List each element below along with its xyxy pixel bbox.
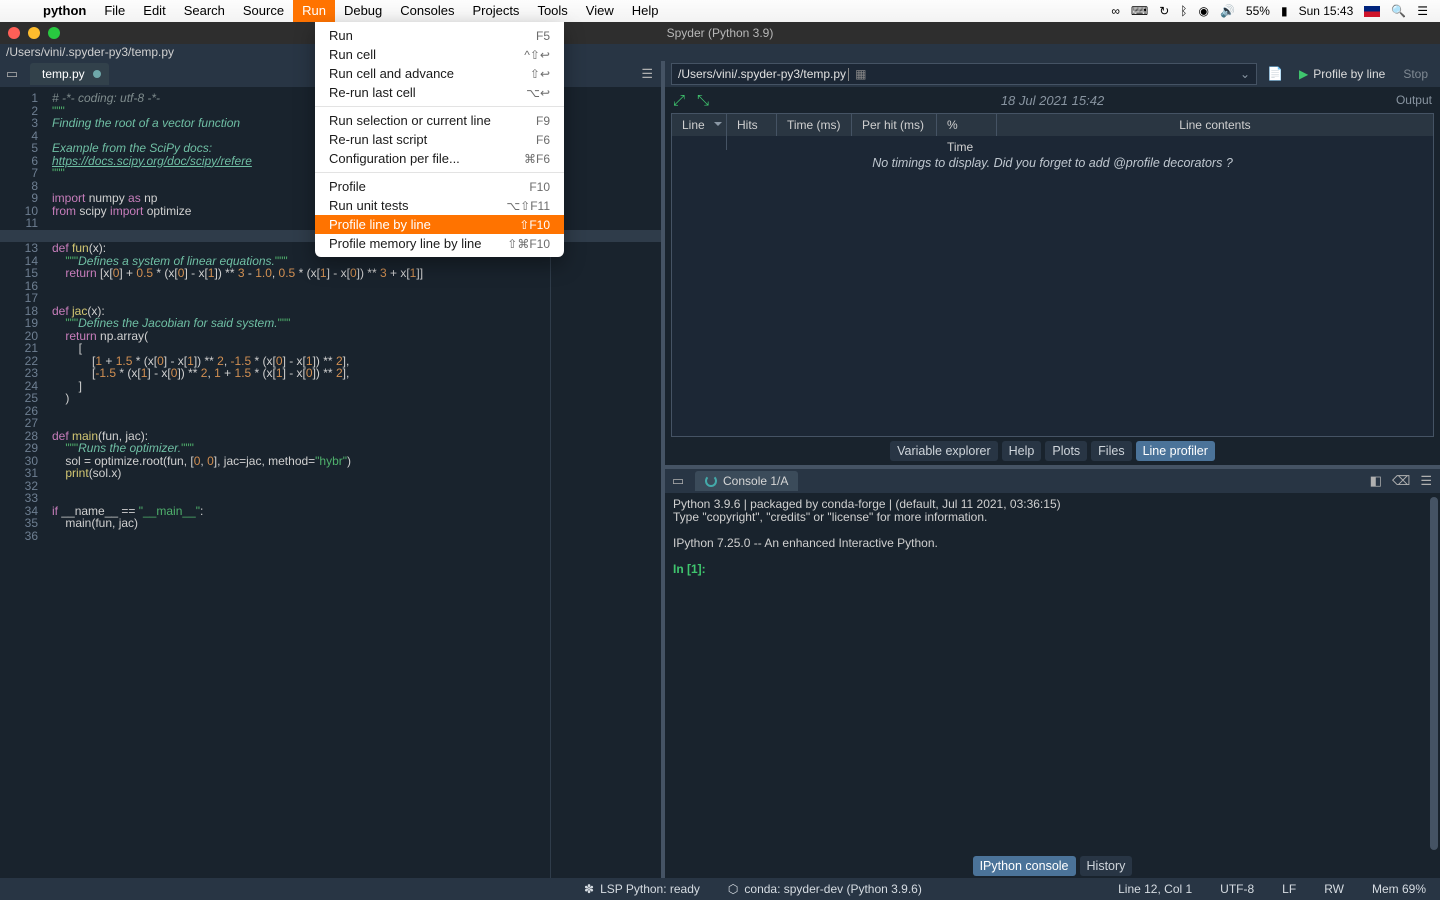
menu-item-run-cell[interactable]: Run cell^⇧↩ [315, 45, 564, 64]
col-time: Time (ms) [777, 114, 852, 136]
control-center-icon[interactable]: ☰ [1417, 4, 1428, 18]
clear-console-icon[interactable]: ⌫ [1392, 473, 1410, 489]
menu-file[interactable]: File [95, 0, 134, 22]
status-conda[interactable]: ⬡ conda: spyder-dev (Python 3.9.6) [714, 882, 936, 896]
menu-item-run[interactable]: RunF5 [315, 26, 564, 45]
profiler-table-header[interactable]: Line Hits Time (ms) Per hit (ms) % Time … [672, 114, 1433, 136]
bluetooth-icon[interactable]: ᛒ [1180, 4, 1187, 18]
open-file-icon[interactable]: 📄 [1263, 63, 1287, 85]
status-encoding[interactable]: UTF-8 [1206, 882, 1268, 896]
col-perhit: Per hit (ms) [852, 114, 937, 136]
expand-all-icon[interactable]: ⤢ [673, 92, 685, 109]
menu-projects[interactable]: Projects [463, 0, 528, 22]
menu-item-configuration-per-file-[interactable]: Configuration per file...⌘F6 [315, 149, 564, 168]
input-source-flag-icon[interactable] [1364, 6, 1380, 17]
status-bar: ✽ LSP Python: ready ⬡ conda: spyder-dev … [0, 878, 1440, 900]
pane-tab-ipython-console[interactable]: IPython console [973, 856, 1076, 876]
status-mem: Mem 69% [1358, 882, 1440, 896]
console-tab[interactable]: Console 1/A [695, 471, 798, 491]
editor-tab-label: temp.py [42, 67, 85, 81]
menu-edit[interactable]: Edit [134, 0, 174, 22]
titlebar: Spyder (Python 3.9) [0, 22, 1440, 44]
battery-percent: 55% [1246, 4, 1270, 18]
window-title: Spyder (Python 3.9) [667, 26, 774, 40]
profiler-grid-icon[interactable]: ▦ [855, 67, 866, 81]
pane-tab-history[interactable]: History [1080, 856, 1133, 876]
battery-icon[interactable]: ▮ [1281, 4, 1288, 18]
play-icon: ▶ [1299, 67, 1308, 81]
spyder-window: Spyder (Python 3.9) /Users/vini/.spyder-… [0, 22, 1440, 900]
pane-tab-help[interactable]: Help [1002, 441, 1042, 461]
volume-icon[interactable]: 🔊 [1220, 4, 1235, 18]
profiler-filepath: /Users/vini/.spyder-py3/temp.py [678, 67, 846, 81]
editor-options-icon[interactable]: ☰ [641, 66, 653, 82]
menu-source[interactable]: Source [234, 0, 293, 22]
ipython-console[interactable]: Python 3.9.6 | packaged by conda-forge |… [665, 493, 1440, 854]
spotlight-icon[interactable]: 🔍 [1391, 4, 1406, 18]
modified-indicator-icon [93, 70, 101, 78]
menu-debug[interactable]: Debug [335, 0, 391, 22]
col-hits: Hits [727, 114, 777, 136]
dropdown-icon[interactable]: ⌄ [1240, 67, 1250, 81]
pane-tab-line-profiler[interactable]: Line profiler [1136, 441, 1215, 461]
menu-view[interactable]: View [577, 0, 623, 22]
infinity-icon[interactable]: ∞ [1111, 4, 1120, 18]
profiler-output-button[interactable]: Output [1396, 93, 1432, 107]
browse-consoles-icon[interactable]: ▭ [665, 473, 691, 489]
clock[interactable]: Sun 15:43 [1299, 4, 1354, 18]
timemachine-icon[interactable]: ↻ [1159, 4, 1169, 18]
profile-stop-button[interactable]: Stop [1397, 67, 1434, 81]
run-menu-dropdown: RunF5Run cell^⇧↩Run cell and advance⇧↩Re… [315, 22, 564, 257]
menu-item-re-run-last-script[interactable]: Re-run last scriptF6 [315, 130, 564, 149]
stop-kernel-icon[interactable]: ◧ [1370, 473, 1382, 489]
menu-tools[interactable]: Tools [528, 0, 576, 22]
console-pane-tabs: IPython consoleHistory [665, 854, 1440, 878]
menu-item-profile[interactable]: ProfileF10 [315, 177, 564, 196]
status-eol[interactable]: LF [1268, 882, 1310, 896]
console-scrollbar[interactable] [1430, 497, 1438, 850]
status-rw: RW [1310, 882, 1358, 896]
profiler-table: Line Hits Time (ms) Per hit (ms) % Time … [671, 113, 1434, 437]
mac-menubar: python FileEditSearchSourceRunDebugConso… [0, 0, 1440, 22]
help-pane-tabs: Variable explorerHelpPlotsFilesLine prof… [665, 437, 1440, 465]
profiler-empty-message: No timings to display. Did you forget to… [672, 150, 1433, 176]
collapse-all-icon[interactable]: ⤡ [697, 92, 709, 109]
console-pane: ▭ Console 1/A ◧ ⌫ ☰ Python 3.9.6 | packa… [665, 465, 1440, 878]
status-cursor: Line 12, Col 1 [1104, 882, 1206, 896]
keyboard-icon[interactable]: ⌨ [1131, 4, 1148, 18]
profiler-timestamp: 18 Jul 2021 15:42 [1001, 93, 1104, 108]
wifi-icon[interactable]: ◉ [1198, 4, 1208, 18]
menu-item-run-selection-or-current-line[interactable]: Run selection or current lineF9 [315, 111, 564, 130]
menu-item-re-run-last-cell[interactable]: Re-run last cell⌥↩ [315, 83, 564, 102]
menu-item-profile-line-by-line[interactable]: Profile line by line⇧F10 [315, 215, 564, 234]
col-pct: % Time [937, 114, 997, 136]
menu-item-run-unit-tests[interactable]: Run unit tests⌥⇧F11 [315, 196, 564, 215]
pane-tab-plots[interactable]: Plots [1045, 441, 1087, 461]
profile-run-button[interactable]: ▶Profile by line [1293, 67, 1391, 81]
profiler-file-combobox[interactable]: /Users/vini/.spyder-py3/temp.py ▦ ⌄ [671, 63, 1257, 85]
menu-item-run-cell-and-advance[interactable]: Run cell and advance⇧↩ [315, 64, 564, 83]
menu-run[interactable]: Run [293, 0, 335, 22]
col-contents: Line contents [997, 114, 1433, 136]
pane-tab-files[interactable]: Files [1091, 441, 1131, 461]
app-menu[interactable]: python [34, 0, 95, 22]
console-tab-label: Console 1/A [723, 471, 788, 491]
menu-item-profile-memory-line-by-line[interactable]: Profile memory line by line⇧⌘F10 [315, 234, 564, 253]
console-options-icon[interactable]: ☰ [1420, 473, 1432, 489]
menu-search[interactable]: Search [175, 0, 234, 22]
menu-help[interactable]: Help [623, 0, 668, 22]
menu-consoles[interactable]: Consoles [391, 0, 463, 22]
window-close-button[interactable] [8, 27, 20, 39]
kernel-busy-icon [705, 475, 717, 487]
window-minimize-button[interactable] [28, 27, 40, 39]
profiler-toolbar: /Users/vini/.spyder-py3/temp.py ▦ ⌄ 📄 ▶P… [665, 61, 1440, 87]
pane-tab-variable-explorer[interactable]: Variable explorer [890, 441, 998, 461]
ipython-prompt: In [1]: [673, 562, 709, 576]
status-lsp[interactable]: ✽ LSP Python: ready [570, 882, 714, 896]
editor-tab[interactable]: temp.py [30, 63, 109, 85]
col-line: Line [672, 114, 727, 136]
editor-path: /Users/vini/.spyder-py3/temp.py [0, 44, 1440, 61]
window-zoom-button[interactable] [48, 27, 60, 39]
browse-tabs-icon[interactable]: ▭ [0, 66, 24, 82]
